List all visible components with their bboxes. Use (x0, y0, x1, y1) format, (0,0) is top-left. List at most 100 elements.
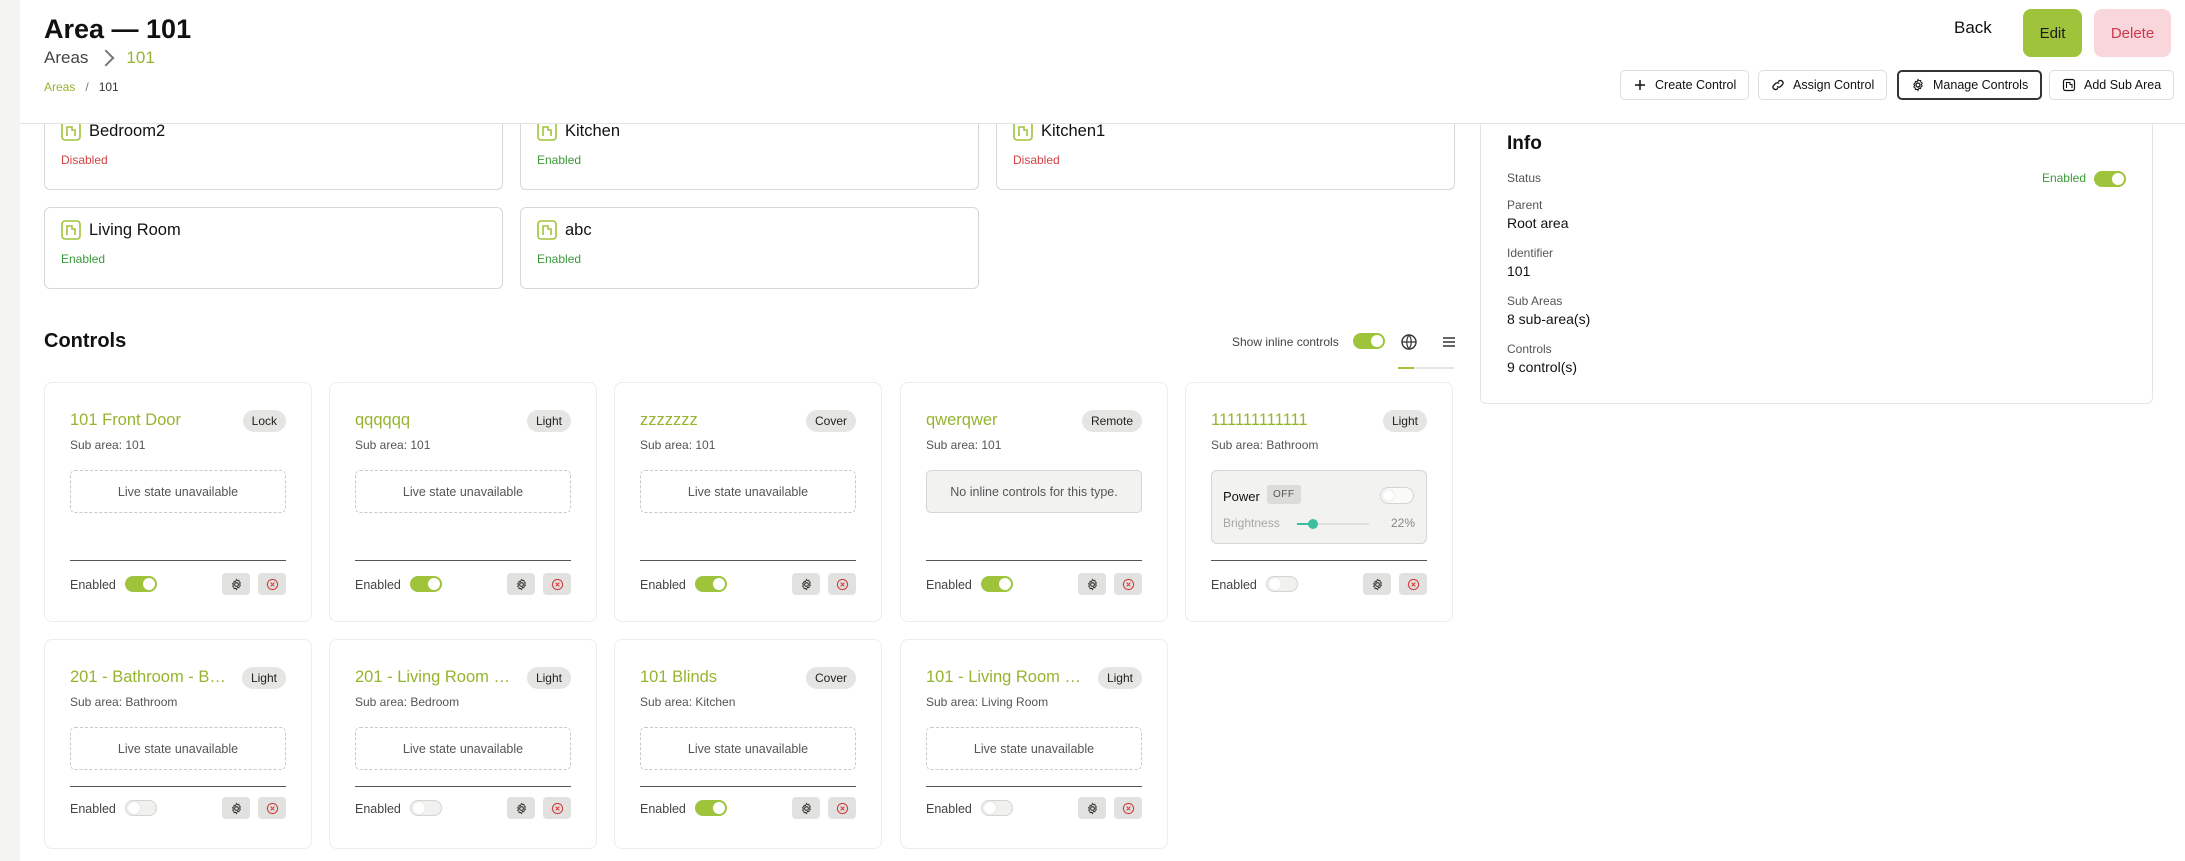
gear-icon (516, 801, 526, 815)
breadcrumb-current: 101 (126, 48, 155, 67)
sub-area-card[interactable]: Living Room Enabled (44, 207, 503, 289)
sub-area-status: Disabled (1013, 153, 1060, 167)
enabled-label: Enabled (355, 802, 401, 816)
show-inline-toggle[interactable] (1353, 333, 1385, 349)
control-card[interactable]: 101 Front Door Lock Sub area: 101 Live s… (44, 382, 312, 622)
enabled-toggle[interactable] (410, 800, 442, 816)
settings-button[interactable] (222, 797, 250, 819)
manage-controls-button[interactable]: Manage Controls (1897, 70, 2043, 100)
enabled-toggle[interactable] (1266, 576, 1298, 592)
enabled-toggle[interactable] (981, 800, 1013, 816)
settings-button[interactable] (792, 573, 820, 595)
identifier-value: 101 (1507, 263, 1531, 279)
assign-control-button[interactable]: Assign Control (1758, 70, 1888, 100)
link-icon (1772, 79, 1784, 91)
settings-button[interactable] (1363, 573, 1391, 595)
divider (1211, 560, 1427, 561)
power-toggle[interactable] (1380, 487, 1414, 504)
remove-button[interactable] (1399, 573, 1427, 595)
enabled-toggle[interactable] (981, 576, 1013, 592)
live-state-box: Live state unavailable (355, 470, 571, 513)
sub-breadcrumb-current: 101 (98, 80, 119, 94)
enabled-toggle[interactable] (410, 576, 442, 592)
control-sub-area: Sub area: 101 (70, 438, 146, 452)
identifier-label: Identifier (1507, 246, 1554, 260)
create-control-button[interactable]: Create Control (1620, 70, 1750, 100)
remove-button[interactable] (543, 797, 571, 819)
remove-icon (836, 802, 848, 814)
edit-button[interactable]: Edit (2023, 9, 2082, 57)
enabled-label: Enabled (355, 578, 401, 592)
sub-area-card[interactable]: abc Enabled (520, 207, 979, 289)
enabled-toggle[interactable] (695, 576, 727, 592)
control-sub-area: Sub area: 101 (640, 438, 716, 452)
sub-area-name: abc (565, 221, 592, 239)
control-card[interactable]: 201 - Living Room Light Light Sub area: … (329, 639, 597, 849)
control-card[interactable]: qqqqqq Light Sub area: 101 Live state un… (329, 382, 597, 622)
info-panel: Info Status Enabled Parent Root area Ide… (1480, 110, 2153, 404)
control-card[interactable]: 101 Blinds Cover Sub area: Kitchen Live … (614, 639, 882, 849)
settings-button[interactable] (1078, 797, 1106, 819)
enabled-label: Enabled (926, 802, 972, 816)
enabled-toggle[interactable] (125, 576, 157, 592)
settings-button[interactable] (1078, 573, 1106, 595)
gear-icon (231, 577, 241, 591)
control-name[interactable]: zzzzzzz (640, 411, 800, 430)
control-card[interactable]: 201 - Bathroom - Bathroom Light Light Su… (44, 639, 312, 849)
breadcrumb-root[interactable]: Areas (44, 48, 88, 68)
control-name[interactable]: qwerqwer (926, 411, 1086, 430)
settings-button[interactable] (792, 797, 820, 819)
delete-button[interactable]: Delete (2094, 9, 2171, 57)
control-name[interactable]: 201 - Bathroom - Bathroom Light (70, 668, 230, 687)
sub-breadcrumb-root[interactable]: Areas (44, 80, 75, 94)
divider (926, 786, 1142, 787)
remove-button[interactable] (258, 573, 286, 595)
gear-icon (801, 801, 811, 815)
page-title: Area — 101 (44, 14, 192, 44)
control-type-badge: Light (1097, 667, 1142, 689)
remove-button[interactable] (1114, 797, 1142, 819)
add-sub-area-button[interactable]: Add Sub Area (2049, 70, 2175, 100)
control-name[interactable]: 101 Front Door (70, 411, 230, 430)
area-icon (537, 121, 557, 141)
control-name[interactable]: 201 - Living Room Light (355, 668, 515, 687)
control-type-badge: Light (526, 410, 571, 432)
control-card[interactable]: qwerqwer Remote Sub area: 101 No inline … (900, 382, 1168, 622)
settings-button[interactable] (507, 573, 535, 595)
remove-button[interactable] (543, 573, 571, 595)
area-icon (61, 220, 81, 240)
enabled-toggle[interactable] (125, 800, 157, 816)
control-card[interactable]: 111111111111 Light Sub area: Bathroom Po… (1185, 382, 1453, 622)
remove-icon (551, 578, 563, 590)
control-sub-area: Sub area: 101 (926, 438, 1002, 452)
gear-icon (231, 801, 241, 815)
controls-heading: Controls (44, 330, 127, 352)
control-name[interactable]: 111111111111 (1211, 411, 1371, 430)
remove-button[interactable] (1114, 573, 1142, 595)
status-toggle[interactable] (2094, 171, 2126, 187)
back-button[interactable]: Back (1954, 18, 1992, 38)
brightness-slider-handle[interactable] (1307, 519, 1318, 529)
power-label: Power (1223, 489, 1260, 504)
gear-icon (801, 577, 811, 591)
control-name[interactable]: qqqqqq (355, 411, 515, 430)
control-card[interactable]: 101 - Living Room - Light Light Sub area… (900, 639, 1168, 849)
enabled-toggle[interactable] (695, 800, 727, 816)
control-card[interactable]: zzzzzzz Cover Sub area: 101 Live state u… (614, 382, 882, 622)
settings-button[interactable] (507, 797, 535, 819)
remove-button[interactable] (258, 797, 286, 819)
add-area-icon (2062, 78, 2076, 92)
control-name[interactable]: 101 Blinds (640, 668, 800, 687)
settings-button[interactable] (222, 573, 250, 595)
info-heading: Info (1507, 133, 1542, 154)
list-icon[interactable] (1438, 331, 1460, 353)
enabled-label: Enabled (640, 578, 686, 592)
sub-area-status: Enabled (537, 153, 582, 167)
remove-button[interactable] (828, 573, 856, 595)
control-name[interactable]: 101 - Living Room - Light (926, 668, 1086, 687)
show-inline-label: Show inline controls (1232, 335, 1339, 349)
globe-icon[interactable] (1398, 331, 1420, 353)
manage-controls-label: Manage Controls (1933, 78, 2029, 92)
remove-button[interactable] (828, 797, 856, 819)
controls-value: 9 control(s) (1507, 359, 1578, 375)
